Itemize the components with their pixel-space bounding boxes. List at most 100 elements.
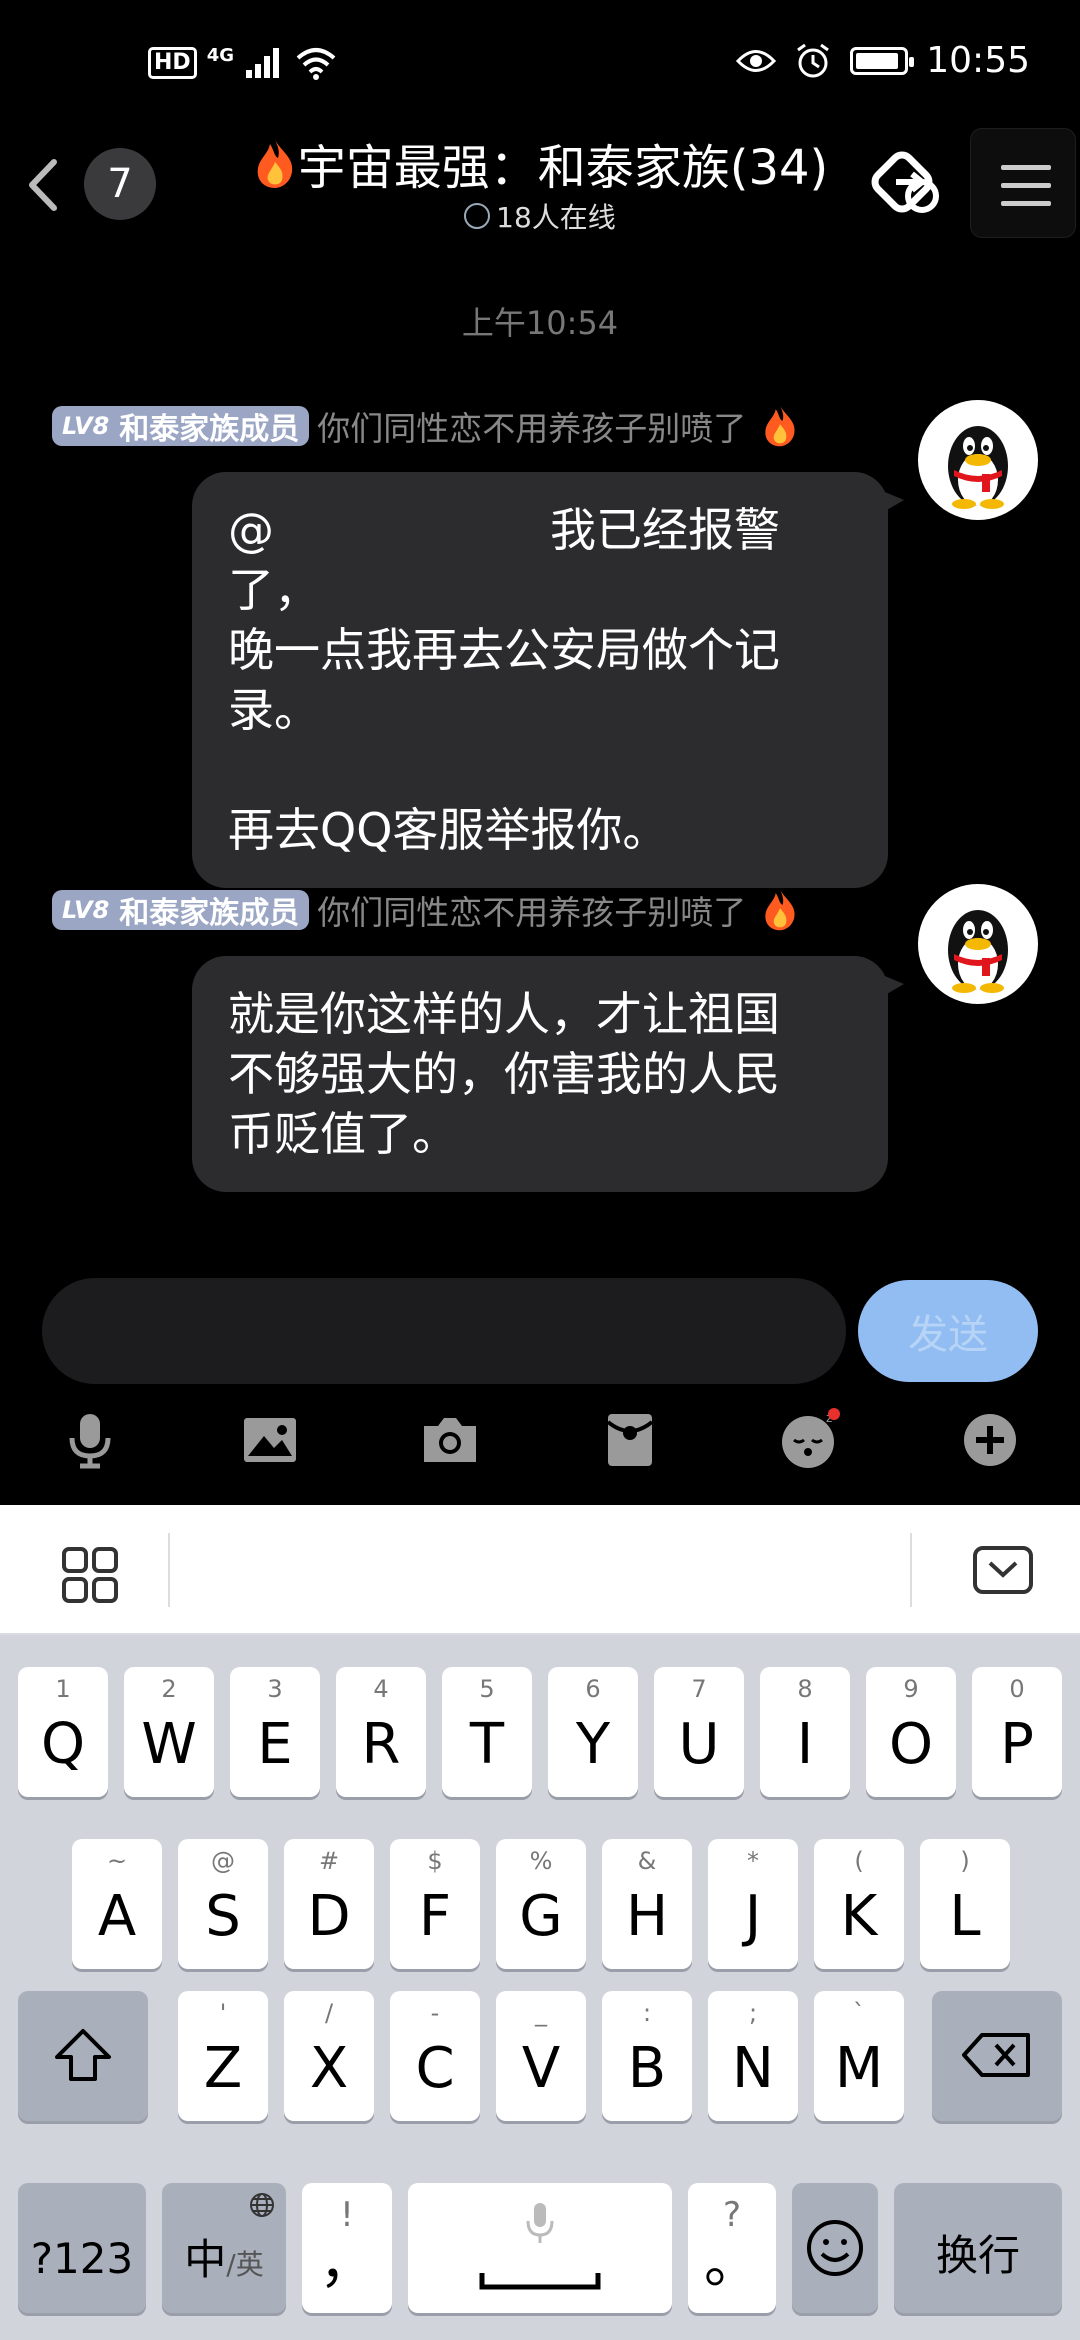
backspace-key[interactable] [932,1991,1062,2121]
avatar[interactable] [918,400,1038,520]
key-label: A [97,1884,137,1949]
sleepy-emoji-icon[interactable]: z [778,1408,842,1472]
globe-icon [250,2193,274,2217]
sender-nickname[interactable]: 你们同性恋不用养孩子别喷了 [317,402,800,450]
period-key[interactable]: ? 。 [688,2183,776,2313]
key-w[interactable]: 2W [124,1667,214,1797]
key-label: N [732,2036,774,2101]
fire-icon [257,140,292,188]
key-hint: & [637,1847,657,1875]
message-input[interactable] [42,1278,846,1384]
level-tag: LV8 [62,412,110,440]
key-f[interactable]: $ F [390,1839,480,1969]
key-label: G [519,1884,563,1949]
keyboard: 1Q2W3E4R5T6Y7U8I9O0P ~ A @ S # D $ F% G & H * J(K) L … [0,1635,1080,2340]
image-icon[interactable] [238,1408,302,1472]
key-label: Q [40,1712,86,1777]
sender-meta: LV8 和泰家族成员 你们同性恋不用养孩子别喷了 [52,402,800,450]
key-label: W [141,1712,197,1777]
key-g[interactable]: % G [496,1839,586,1969]
message-bubble[interactable]: @ 我已经报警了， 晚一点我再去公安局做个记 录。 再去QQ客服举报你。 [192,472,904,888]
hd-icon: HD [148,47,197,79]
backspace-icon [962,2033,1030,2077]
message-bubble[interactable]: 就是你这样的人，才让祖国 不够强大的，你害我的人民 币贬值了。 [192,956,904,1192]
language-switch-key[interactable]: 中/英 [162,2183,286,2313]
key-o[interactable]: 9O [866,1667,956,1797]
penguin-avatar-icon [948,426,1008,509]
key-hint: 2 [161,1675,177,1703]
wifi-icon [296,48,336,80]
key-label: S [205,1884,241,1949]
add-icon[interactable] [958,1408,1022,1472]
key-l[interactable]: ) L [920,1839,1010,1969]
key-x[interactable]: / X [284,1991,374,2121]
key-label: F [418,1884,452,1949]
key-s[interactable]: @ S [178,1839,268,1969]
key-q[interactable]: 1Q [18,1667,108,1797]
key-hint: / [324,1999,334,2027]
signal-icon [246,48,279,78]
key-z[interactable]: ' Z [178,1991,268,2121]
game-link-icon[interactable] [866,140,952,226]
key-label: H [625,1884,669,1949]
key-hint: ' [219,1999,227,2027]
space-key[interactable] [408,2183,672,2313]
enter-key[interactable]: 换行 [894,2183,1062,2313]
eye-icon [736,49,777,72]
hide-keyboard-icon[interactable] [972,1545,1034,1595]
key-label: B [627,2036,667,2101]
numbers-key[interactable]: ?123 [18,2183,146,2313]
camera-icon[interactable] [418,1408,482,1472]
key-hint: 3 [267,1675,283,1703]
battery-icon [850,46,915,75]
key-label: M [834,2036,884,2101]
comma-key[interactable]: ! ， [302,2183,392,2313]
key-t[interactable]: 5T [442,1667,532,1797]
avatar[interactable] [918,884,1038,1004]
key-y[interactable]: 6Y [548,1667,638,1797]
key-hint: 1 [55,1675,71,1703]
keyboard-menu-grid-icon[interactable] [60,1545,120,1605]
comma-label: ， [319,2231,375,2296]
key-label: C [415,2036,455,2101]
shift-key[interactable] [18,1991,148,2121]
key-n[interactable]: ; N [708,1991,798,2121]
nickname-text: 你们同性恋不用养孩子别喷了 [317,409,747,448]
key-label: T [469,1712,505,1777]
sender-nickname[interactable]: 你们同性恋不用养孩子别喷了 [317,886,800,934]
key-m[interactable]: ` M [814,1991,904,2121]
key-v[interactable]: _ V [496,1991,586,2121]
send-button[interactable]: 发送 [858,1280,1038,1382]
key-label: R [361,1712,401,1777]
key-hint: ~ [106,1847,128,1875]
key-label: O [888,1712,934,1777]
menu-line [1001,201,1051,206]
menu-line [1001,183,1051,188]
emoji-key[interactable] [792,2183,878,2313]
key-k[interactable]: (K [814,1839,904,1969]
red-packet-icon[interactable] [598,1408,662,1472]
numbers-key-label: ?123 [30,2234,134,2283]
key-p[interactable]: 0P [972,1667,1062,1797]
key-label: J [744,1884,762,1949]
key-b[interactable]: :B [602,1991,692,2121]
key-i[interactable]: 8I [760,1667,850,1797]
nickname-text: 你们同性恋不用养孩子别喷了 [317,893,747,932]
key-h[interactable]: & H [602,1839,692,1969]
menu-button[interactable] [970,128,1076,238]
battery-level [856,52,898,69]
key-a[interactable]: ~ A [72,1839,162,1969]
key-c[interactable]: -C [390,1991,480,2121]
key-u[interactable]: 7U [654,1667,744,1797]
key-r[interactable]: 4R [336,1667,426,1797]
key-j[interactable]: * J [708,1839,798,1969]
key-e[interactable]: 3E [230,1667,320,1797]
key-d[interactable]: # D [284,1839,374,1969]
microphone-icon[interactable] [58,1408,122,1472]
language-secondary: /英 [226,2248,264,2281]
key-hint: * [747,1847,759,1875]
penguin-avatar-icon [948,910,1008,993]
key-hint: _ [535,1999,547,2027]
online-count: 18人在线 [496,201,616,234]
fire-icon [765,889,795,931]
